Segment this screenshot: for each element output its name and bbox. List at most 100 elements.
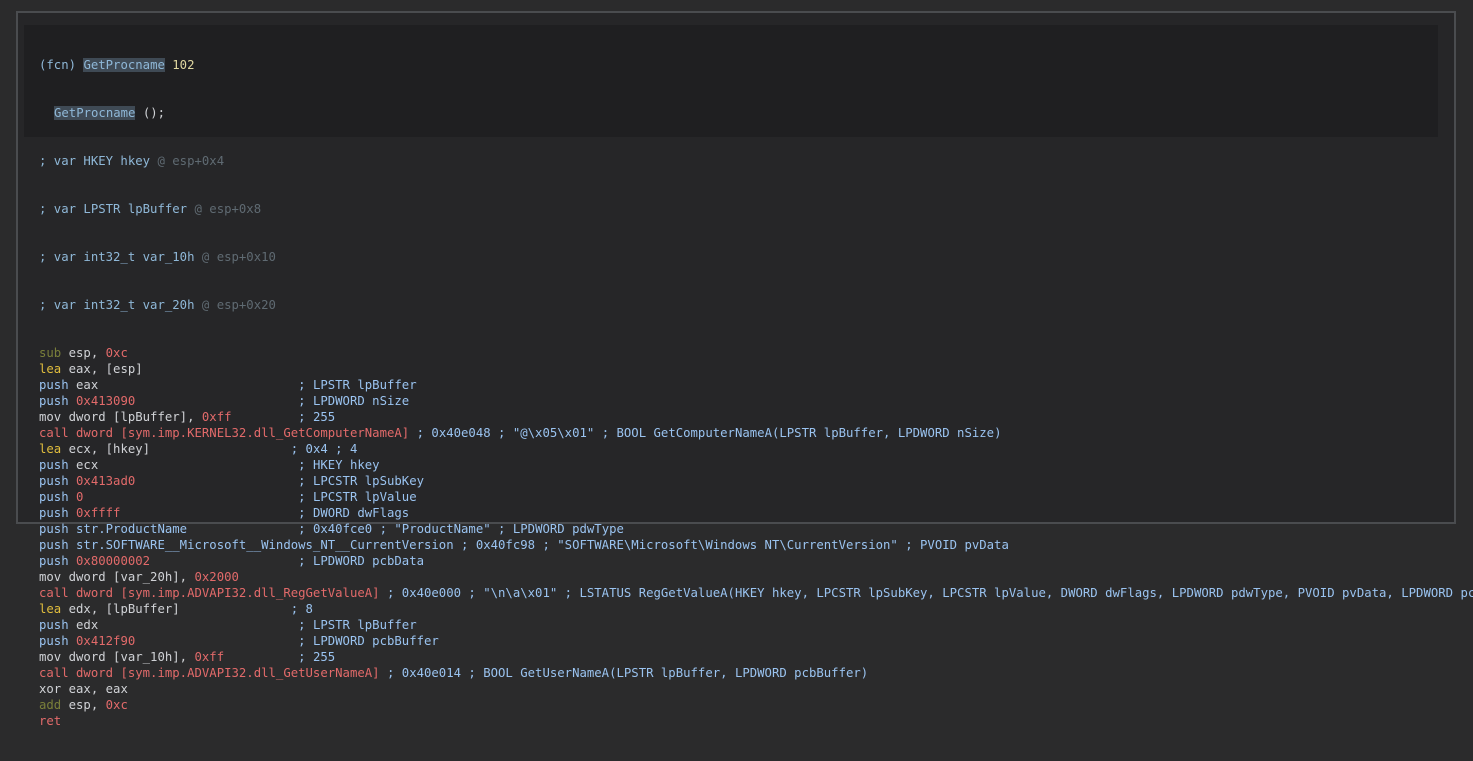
instruction-line[interactable]: push edx ; LPSTR lpBuffer [24,617,1440,633]
operand: eax, [esp] [61,362,143,376]
comment: ; 0x40fc98 ; "SOFTWARE\Microsoft\Windows… [453,538,1009,552]
mnemonic: lea [39,442,62,456]
comment: ; 255 [298,410,336,424]
instruction-line[interactable]: call dword [sym.imp.ADVAPI32.dll_RegGetV… [24,585,1473,601]
operand [135,634,298,648]
var-line: ; var HKEY hkey @ esp+0x4 [24,153,1440,169]
mnemonic: add [39,698,62,712]
operand: dword [var_20h], [61,570,195,584]
function-header-line: (fcn) GetProcname 102 [24,57,1440,73]
signature-name[interactable]: GetProcname [54,106,136,120]
mnemonic: push [39,458,69,472]
operand: 0xff [194,650,225,664]
instruction-line[interactable]: push 0 ; LPCSTR lpValue [24,489,1440,505]
symbol-reference[interactable]: dword [sym.imp.ADVAPI32.dll_GetUserNameA… [69,666,380,680]
var-line: ; var LPSTR lpBuffer @ esp+0x8 [24,201,1440,217]
instruction-line[interactable]: push 0x413ad0 ; LPCSTR lpSubKey [24,473,1440,489]
fcn-prefix: (fcn) [39,58,77,72]
instruction-line[interactable]: lea edx, [lpBuffer] ; 8 [24,601,1440,617]
mnemonic: xor [39,682,62,696]
instruction-line[interactable]: sub esp, 0xc [24,345,1440,361]
operand: 0x413ad0 [68,474,136,488]
instruction-line[interactable]: ret [24,713,1440,729]
comment: ; LPDWORD pcbData [298,554,424,568]
var-decl: ; var HKEY hkey [39,154,151,168]
instruction-line[interactable]: mov dword [var_10h], 0xff ; 255 [24,649,1440,665]
function-signature-line: GetProcname (); [24,105,1440,121]
mnemonic: push [39,554,69,568]
operand [135,394,298,408]
instruction-line[interactable]: push 0x412f90 ; LPDWORD pcbBuffer [24,633,1440,649]
operand: 0xc [105,346,128,360]
var-location: @ esp+0x10 [201,250,276,264]
mnemonic: sub [39,346,62,360]
disassembly-listing: (fcn) GetProcname 102 GetProcname (); ; … [24,25,1473,761]
mnemonic: mov [39,650,62,664]
instruction-line[interactable]: push str.SOFTWARE__Microsoft__Windows_NT… [24,537,1440,553]
operand [120,506,298,520]
instruction-line[interactable]: push ecx ; HKEY hkey [24,457,1440,473]
mnemonic: push [39,490,69,504]
symbol-reference[interactable]: dword [ [69,426,128,440]
mnemonic: call [39,666,69,680]
instruction-line[interactable]: push 0x413090 ; LPDWORD nSize [24,393,1440,409]
mnemonic: push [39,634,69,648]
operand: eax [68,378,299,392]
var-decl: ; var LPSTR lpBuffer [39,202,188,216]
function-name[interactable]: GetProcname [83,58,165,72]
instruction-line[interactable]: push 0x80000002 ; LPDWORD pcbData [24,553,1440,569]
comment: ; 255 [298,650,336,664]
instruction-line[interactable]: add esp, 0xc [24,697,1440,713]
operand: esp, [61,698,106,712]
instruction-line[interactable]: push str.ProductName ; 0x40fce0 ; "Produ… [24,521,1440,537]
instruction-line[interactable]: lea ecx, [hkey] ; 0x4 ; 4 [24,441,1440,457]
operand: 0xff [201,410,232,424]
instruction-line[interactable]: xor eax, eax [24,681,1440,697]
instruction-line[interactable]: lea eax, [esp] [24,361,1440,377]
comment: ; HKEY hkey [298,458,380,472]
operand [135,474,298,488]
operand [83,490,298,504]
operand: 0x413090 [68,394,136,408]
mnemonic: push [39,538,69,552]
instruction-line[interactable]: push eax ; LPSTR lpBuffer [24,377,1440,393]
mnemonic: mov [39,570,62,584]
comment: ; LPSTR lpBuffer [298,378,417,392]
operand: esp, [61,346,106,360]
operand: eax, eax [61,682,128,696]
var-location: @ esp+0x8 [194,202,262,216]
instruction-line[interactable]: call dword [sym.imp.ADVAPI32.dll_GetUser… [24,665,1440,681]
mnemonic: push [39,522,69,536]
operand [150,554,298,568]
symbol-reference[interactable]: sym.imp.KERNEL32.dll_GetComputerNameA [128,426,402,440]
operand [187,522,298,536]
comment: ; 0x40e048 ; "@\x05\x01" ; BOOL GetCompu… [409,426,1002,440]
comment: ; LPSTR lpBuffer [298,618,417,632]
var-line: ; var int32_t var_10h @ esp+0x10 [24,249,1440,265]
mnemonic: mov [39,410,62,424]
instruction-line[interactable]: mov dword [var_20h], 0x2000 [24,569,1440,585]
operand: edx, [lpBuffer] [61,602,284,616]
mnemonic: lea [39,602,62,616]
comment: ; DWORD dwFlags [298,506,410,520]
operand: dword [var_10h], [61,650,195,664]
signature-rest: (); [135,106,166,120]
comment: ; 0x40e014 ; BOOL GetUserNameA(LPSTR lpB… [379,666,869,680]
var-location: @ esp+0x4 [157,154,225,168]
instruction-line[interactable]: mov dword [lpBuffer], 0xff ; 255 [24,409,1440,425]
comment: ; LPCSTR lpSubKey [298,474,424,488]
operand [232,410,299,424]
operand: str.ProductName [68,522,188,536]
var-line: ; var int32_t var_20h @ esp+0x20 [24,297,1440,313]
instruction-line[interactable]: call dword [sym.imp.KERNEL32.dll_GetComp… [24,425,1440,441]
comment: ; LPDWORD pcbBuffer [298,634,439,648]
operand: edx [68,618,299,632]
operand: 0x80000002 [68,554,151,568]
mnemonic: lea [39,362,62,376]
operand: 0x2000 [194,570,239,584]
comment: ; LPCSTR lpValue [298,490,417,504]
instruction-lines: sub esp, 0xc lea eax, [esp] push eax ; LPS… [24,345,1473,729]
instruction-line[interactable]: push 0xffff ; DWORD dwFlags [24,505,1440,521]
symbol-reference[interactable]: dword [sym.imp.ADVAPI32.dll_RegGetValueA… [69,586,380,600]
comment: ; 8 [283,602,313,616]
